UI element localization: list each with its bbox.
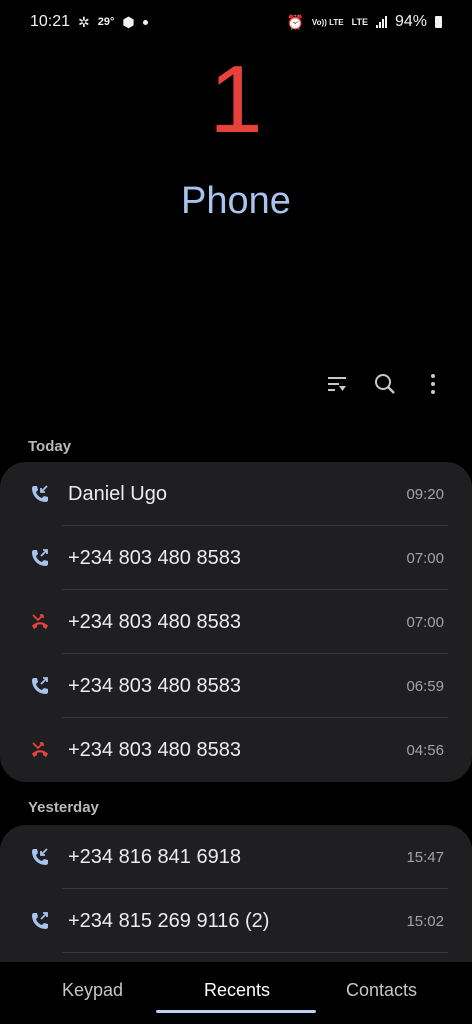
more-icon[interactable] [420, 370, 446, 398]
slack-icon: ✲ [78, 13, 90, 30]
battery-icon [435, 16, 442, 28]
battery-level: 94% [394, 13, 427, 30]
temperature: 29° [97, 16, 115, 28]
call-log-row[interactable]: +234 816 841 6918 15:47 [0, 825, 472, 889]
incoming-call-icon [30, 484, 50, 504]
volte-indicator: Vo)) LTE [311, 17, 344, 27]
call-log-row[interactable]: +234 803 480 8583 07:00 [0, 590, 472, 654]
outgoing-call-icon [30, 676, 50, 696]
search-icon[interactable] [372, 370, 398, 398]
call-log-row[interactable]: +234 815 269 9116 (2) 15:02 [0, 889, 472, 953]
notification-dot-icon [142, 19, 148, 25]
caller-number: +234 803 480 8583 [68, 738, 241, 761]
tab-recents[interactable]: Recents [204, 980, 270, 1001]
call-time: 07:00 [406, 549, 444, 567]
active-tab-indicator [156, 1010, 316, 1013]
signal-icon [375, 16, 387, 28]
divider [62, 952, 448, 953]
status-time: 10:21 [30, 13, 71, 30]
caller-number: +234 803 480 8583 [68, 674, 241, 697]
status-bar: 10:21 ✲ 29° ⬢ ⏰ Vo)) LTE LTE 94% [0, 0, 472, 44]
call-log-row[interactable]: +234 803 480 8583 07:00 [0, 526, 472, 590]
caller-number: +234 815 269 9116 (2) [68, 909, 270, 932]
call-time: 09:20 [406, 485, 444, 503]
call-time: 15:02 [406, 912, 444, 930]
call-log-row[interactable]: Daniel Ugo 09:20 [0, 462, 472, 526]
filter-icon[interactable] [324, 370, 350, 398]
missed-call-icon [30, 612, 50, 632]
page-title: Phone [181, 180, 291, 222]
caller-number: +234 803 480 8583 [68, 546, 241, 569]
caller-name: Daniel Ugo [68, 482, 167, 505]
call-log-row[interactable]: +234 803 480 8583 06:59 [0, 654, 472, 718]
missed-call-count: 1 [209, 46, 263, 153]
alarm-icon: ⏰ [286, 13, 304, 30]
tab-keypad[interactable]: Keypad [62, 980, 123, 1001]
incoming-call-icon [30, 847, 50, 867]
bottom-nav: Keypad Recents Contacts [0, 962, 472, 1024]
call-time: 07:00 [406, 613, 444, 631]
call-log-row[interactable]: +234 803 480 8583 04:56 [0, 718, 472, 782]
outgoing-call-icon [30, 911, 50, 931]
app-notification-icon: ⬢ [122, 13, 135, 30]
call-time: 04:56 [406, 741, 444, 759]
missed-call-icon [30, 740, 50, 760]
toolbar [324, 370, 446, 398]
outgoing-call-icon [30, 548, 50, 568]
call-time: 06:59 [406, 677, 444, 695]
section-header-yesterday: Yesterday [28, 799, 99, 816]
caller-number: +234 803 480 8583 [68, 610, 241, 633]
call-list-today: Daniel Ugo 09:20 +234 803 480 8583 07:00… [0, 462, 472, 782]
network-type: LTE [351, 17, 368, 27]
section-header-today: Today [28, 438, 72, 455]
caller-number: +234 816 841 6918 [68, 845, 241, 868]
tab-contacts[interactable]: Contacts [346, 980, 417, 1001]
call-time: 15:47 [406, 848, 444, 866]
call-list-yesterday: +234 816 841 6918 15:47 +234 815 269 911… [0, 825, 472, 985]
